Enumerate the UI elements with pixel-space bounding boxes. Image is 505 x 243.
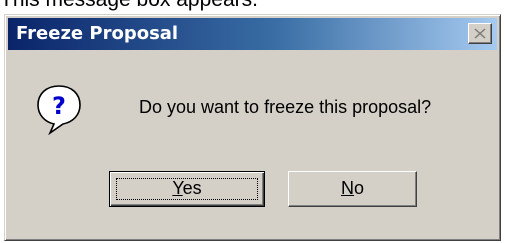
dialog-title: Freeze Proposal	[16, 23, 179, 44]
yes-button[interactable]: Yes	[109, 171, 265, 207]
freeze-proposal-dialog: Freeze Proposal ? Do you want to freeze …	[4, 14, 501, 241]
close-icon	[474, 28, 486, 39]
no-button-label: No	[340, 178, 364, 198]
question-icon: ?	[37, 85, 81, 135]
no-button[interactable]: No	[288, 171, 417, 207]
svg-text:?: ?	[52, 92, 66, 120]
dialog-message: Do you want to freeze this proposal?	[139, 97, 432, 117]
close-button[interactable]	[468, 23, 492, 44]
title-bar[interactable]: Freeze Proposal	[8, 18, 497, 50]
yes-button-label: Yes	[172, 178, 202, 198]
caption-text: This message box appears.	[0, 0, 505, 14]
